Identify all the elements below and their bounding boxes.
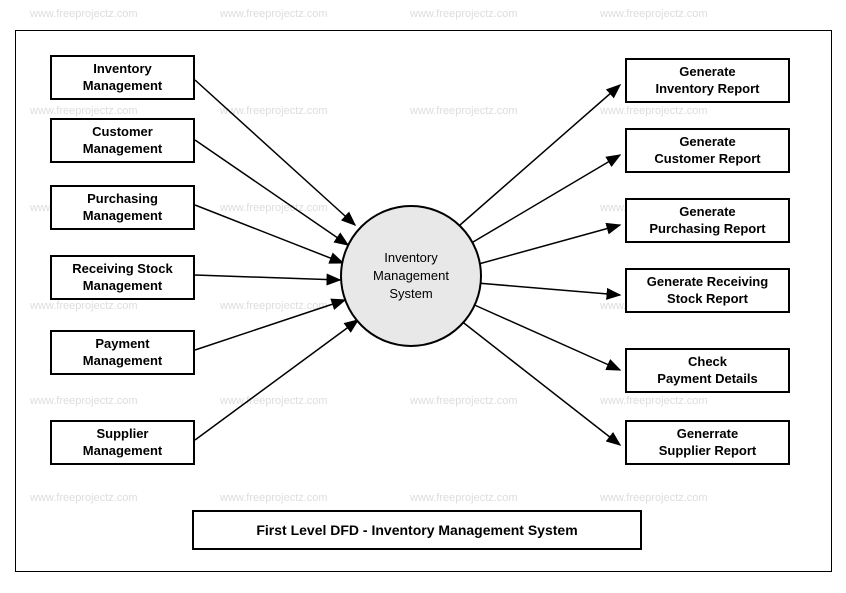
output-supplier-report: Generrate Supplier Report xyxy=(625,420,790,465)
box-label: Generate Customer Report xyxy=(654,134,760,168)
box-label: Supplier Management xyxy=(83,426,162,460)
output-inventory-report: Generate Inventory Report xyxy=(625,58,790,103)
input-purchasing-management: Purchasing Management xyxy=(50,185,195,230)
center-process: Inventory Management System xyxy=(340,205,482,347)
box-label: Generate Purchasing Report xyxy=(649,204,765,238)
watermark: www.freeprojectz.com xyxy=(30,8,138,20)
box-label: Check Payment Details xyxy=(657,354,757,388)
center-process-label: Inventory Management System xyxy=(373,249,449,304)
box-label: Generrate Supplier Report xyxy=(659,426,757,460)
output-purchasing-report: Generate Purchasing Report xyxy=(625,198,790,243)
watermark: www.freeprojectz.com xyxy=(220,8,328,20)
input-payment-management: Payment Management xyxy=(50,330,195,375)
watermark: www.freeprojectz.com xyxy=(600,8,708,20)
diagram-title: First Level DFD - Inventory Management S… xyxy=(192,510,642,550)
output-customer-report: Generate Customer Report xyxy=(625,128,790,173)
input-customer-management: Customer Management xyxy=(50,118,195,163)
watermark: www.freeprojectz.com xyxy=(410,8,518,20)
box-label: Inventory Management xyxy=(83,61,162,95)
box-label: Purchasing Management xyxy=(83,191,162,225)
input-supplier-management: Supplier Management xyxy=(50,420,195,465)
box-label: Generate Inventory Report xyxy=(655,64,759,98)
box-label: Generate Receiving Stock Report xyxy=(647,274,768,308)
title-text: First Level DFD - Inventory Management S… xyxy=(256,522,577,538)
output-receiving-stock-report: Generate Receiving Stock Report xyxy=(625,268,790,313)
input-receiving-stock-management: Receiving Stock Management xyxy=(50,255,195,300)
box-label: Payment Management xyxy=(83,336,162,370)
box-label: Customer Management xyxy=(83,124,162,158)
input-inventory-management: Inventory Management xyxy=(50,55,195,100)
output-payment-details: Check Payment Details xyxy=(625,348,790,393)
box-label: Receiving Stock Management xyxy=(72,261,172,295)
